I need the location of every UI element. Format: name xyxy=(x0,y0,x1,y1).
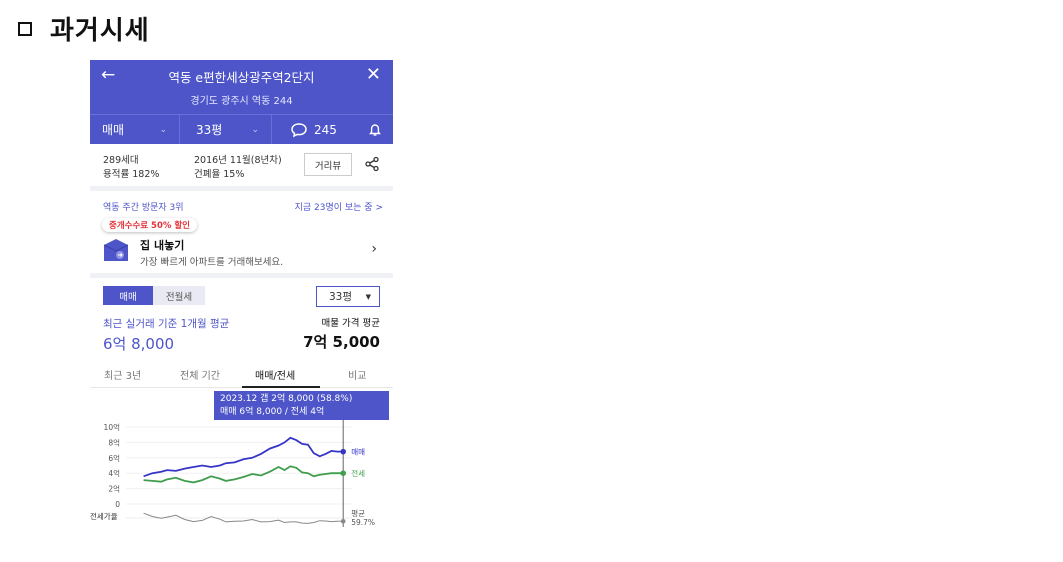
trade-type-value: 매매 xyxy=(102,123,125,137)
house-icon xyxy=(103,239,129,261)
slide-title: 과거시세 xyxy=(50,16,150,46)
info-col-1: 289세대 용적률 182% xyxy=(103,154,159,182)
apartment-name: 역동 e편한세상광주역2단지 xyxy=(168,70,315,85)
list-home-banner[interactable]: 중개수수료 50% 할인 집 내놓기 가장 빠르게 아파트를 거래해보세요. › xyxy=(90,217,393,273)
visitor-bar: 역동 주간 방문자 3위 지금 23명이 보는 중 > xyxy=(90,191,393,217)
share-icon[interactable] xyxy=(364,156,380,172)
square-bullet-icon xyxy=(18,21,32,36)
sale-end-label: 매매 xyxy=(351,448,365,457)
chart-tooltip: 2023.12 갭 2억 8,000 (58.8%) 매매 6억 8,000 /… xyxy=(214,391,389,420)
viewing-now-link[interactable]: 지금 23명이 보는 중 > xyxy=(295,200,383,213)
y-tick-label: 10억 xyxy=(104,423,120,432)
tab-compare[interactable]: 비교 xyxy=(348,367,366,382)
area-value: 33평 xyxy=(196,123,223,137)
households: 289세대 xyxy=(103,155,139,166)
slide-heading: 과거시세 xyxy=(18,10,150,47)
ratio-end-marker xyxy=(340,519,346,524)
comment-count: 245 xyxy=(314,122,337,137)
jeonse-series-line xyxy=(143,465,344,484)
listing-avg-label: 매물 가격 평균 xyxy=(321,318,380,329)
bell-icon[interactable] xyxy=(367,122,383,138)
built-year: 2016년 11월(8년차) xyxy=(194,155,282,166)
ratio-axis-label: 전세가율 xyxy=(90,511,118,521)
trade-type-toggle: 매매 전월세 xyxy=(103,286,205,305)
recent-avg-value: 6억 8,000 xyxy=(103,335,175,353)
size-value: 33평 xyxy=(329,291,353,303)
y-tick-label: 4억 xyxy=(108,469,120,478)
tooltip-line-2: 매매 6억 8,000 / 전세 4억 xyxy=(220,407,325,417)
comments-button[interactable]: 245 xyxy=(272,122,337,138)
jeonse-end-label: 전세 xyxy=(351,468,365,478)
y-tick-label: 2억 xyxy=(108,485,120,494)
floor-area-ratio: 용적률 182% xyxy=(103,169,160,180)
street-view-button[interactable]: 거리뷰 xyxy=(304,153,352,176)
tab-recent-3y[interactable]: 최근 3년 xyxy=(104,367,141,382)
price-summary: 매매 전월세 33평 ▼ 최근 실거래 기준 1개월 평균 6억 8,000 매… xyxy=(90,278,393,362)
recent-avg-label: 최근 실거래 기준 1개월 평균 xyxy=(103,318,230,330)
y-tick-label: 0 xyxy=(115,500,120,509)
banner-subtitle: 가장 빠르게 아파트를 거래해보세요. xyxy=(140,257,284,268)
banner-title: 집 내놓기 xyxy=(140,239,185,252)
listing-avg-value: 7억 5,000 xyxy=(303,333,380,351)
chevron-right-icon: › xyxy=(371,241,377,257)
chart-tabs: 최근 3년 전체 기간 매매/전세 비교 xyxy=(90,362,393,388)
chevron-down-icon: ⌄ xyxy=(251,124,259,135)
tab-sale-jeonse[interactable]: 매매/전세 xyxy=(255,367,295,382)
size-dropdown[interactable]: 33평 ▼ xyxy=(316,286,380,307)
close-icon[interactable]: ✕ xyxy=(366,64,381,85)
toggle-sale[interactable]: 매매 xyxy=(103,286,153,305)
jeonse-end-marker xyxy=(340,470,346,476)
visitor-rank: 역동 주간 방문자 3위 xyxy=(103,203,184,213)
sale-series-line xyxy=(143,436,344,478)
trade-type-select[interactable]: 매매 ⌄ xyxy=(90,115,180,144)
price-chart[interactable]: 10억8억6억4억2억0전세가율201820202022매매전세평균59.7% … xyxy=(90,388,393,527)
discount-badge: 중개수수료 50% 할인 xyxy=(102,218,198,232)
app-screen: ← 역동 e편한세상광주역2단지 ✕ 경기도 광주시 역동 244 매매 ⌄ 3… xyxy=(90,60,393,542)
info-col-2: 2016년 11월(8년차) 건폐율 15% xyxy=(194,154,282,182)
filter-bar: 매매 ⌄ 33평 ⌄ 245 xyxy=(90,114,393,144)
chevron-down-icon: ⌄ xyxy=(159,124,167,135)
caret-down-icon: ▼ xyxy=(365,292,371,301)
area-select[interactable]: 33평 ⌄ xyxy=(180,115,272,144)
app-header: ← 역동 e편한세상광주역2단지 ✕ 경기도 광주시 역동 244 매매 ⌄ 3… xyxy=(90,60,393,144)
complex-info: 289세대 용적률 182% 2016년 11월(8년차) 건폐율 15% 거리… xyxy=(90,144,393,186)
sale-end-marker xyxy=(340,448,346,455)
apartment-address: 경기도 광주시 역동 244 xyxy=(190,96,293,107)
ratio-end-label-2: 59.7% xyxy=(351,518,375,527)
toggle-rent[interactable]: 전월세 xyxy=(153,286,205,305)
speech-bubble-icon xyxy=(291,122,307,137)
tooltip-line-1: 2023.12 갭 2억 8,000 (58.8%) xyxy=(220,394,353,404)
y-tick-label: 8억 xyxy=(108,438,120,447)
tab-all-period[interactable]: 전체 기간 xyxy=(180,367,220,382)
ratio-end-label-1: 평균 xyxy=(351,508,365,518)
y-tick-label: 6억 xyxy=(108,454,120,463)
building-coverage: 건폐율 15% xyxy=(194,169,245,180)
